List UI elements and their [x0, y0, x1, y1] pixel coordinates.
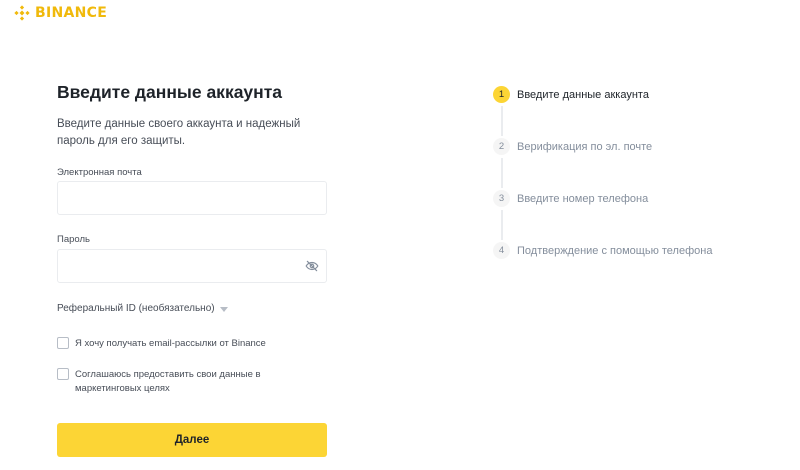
step-number: 1: [493, 86, 510, 103]
page-subtitle: Введите данные своего аккаунта и надежны…: [57, 118, 301, 147]
brand-name: BINANCE: [35, 5, 108, 21]
step-label: Верификация по эл. почте: [517, 140, 653, 153]
step-connector: [501, 158, 503, 188]
step-number: 2: [493, 138, 510, 155]
step-number: 3: [493, 190, 510, 207]
next-button[interactable]: Далее: [57, 423, 327, 457]
step-email-verification: 2 Верификация по эл. почте: [493, 138, 652, 155]
email-field[interactable]: [58, 182, 326, 214]
email-label: Электронная почта: [57, 167, 142, 178]
email-newsletter-option: Я хочу получать email-рассылки от Binanc…: [57, 337, 285, 351]
step-account-details: 1 Введите данные аккаунта: [493, 86, 649, 103]
password-field-container: [57, 249, 327, 283]
brand-logo[interactable]: BINANCE: [14, 5, 107, 21]
step-connector: [501, 106, 503, 136]
caret-down-icon: [219, 306, 228, 312]
step-phone-number: 3 Введите номер телефона: [493, 190, 648, 207]
password-field[interactable]: [58, 250, 326, 282]
marketing-consent-label: Соглашаюсь предоставить свои данные в ма…: [75, 369, 261, 394]
email-field-container: [57, 181, 327, 215]
step-phone-confirmation: 4 Подтверждение с помощью телефона: [493, 242, 712, 259]
binance-diamond-icon: [14, 5, 30, 21]
step-label: Подтверждение с помощью телефона: [517, 244, 713, 257]
marketing-consent-option: Соглашаюсь предоставить свои данные в ма…: [57, 368, 285, 396]
email-newsletter-label: Я хочу получать email-рассылки от Binanc…: [75, 338, 266, 349]
password-label: Пароль: [57, 234, 90, 245]
step-connector: [501, 210, 503, 240]
referral-toggle[interactable]: Реферальный ID (необязательно): [57, 303, 228, 314]
page-title: Введите данные аккаунта: [57, 82, 283, 102]
step-number: 4: [493, 242, 510, 259]
step-label: Введите номер телефона: [517, 192, 649, 205]
step-label: Введите данные аккаунта: [517, 88, 649, 101]
email-newsletter-checkbox[interactable]: [57, 337, 69, 349]
referral-label: Реферальный ID (необязательно): [57, 303, 215, 314]
eye-slash-icon[interactable]: [305, 259, 319, 273]
marketing-consent-checkbox[interactable]: [57, 368, 69, 380]
